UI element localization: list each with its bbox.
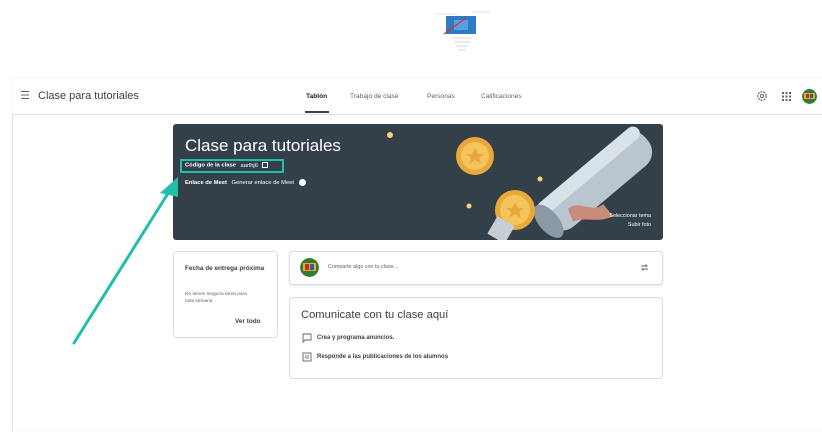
tab-trabajo-de-clase[interactable]: Trabajo de clase bbox=[350, 93, 399, 100]
expand-icon[interactable] bbox=[261, 162, 268, 168]
active-tab-indicator bbox=[305, 111, 329, 113]
meet-label: Enlace de Meet bbox=[185, 180, 227, 187]
class-code-label: Código de la clase bbox=[185, 162, 236, 169]
upcoming-description: No tienes ninguna tarea para esta semana bbox=[185, 292, 247, 304]
avatar bbox=[300, 258, 319, 277]
tab-personas[interactable]: Personas bbox=[427, 93, 455, 100]
video-icon[interactable] bbox=[298, 179, 306, 186]
upload-photo-link[interactable]: Subir foto bbox=[571, 222, 651, 228]
preview-thumbnail bbox=[434, 11, 490, 51]
communicate-item: Crea y programa anuncios. bbox=[317, 335, 395, 341]
gear-icon[interactable] bbox=[756, 90, 768, 102]
annotation-arrow bbox=[72, 177, 178, 345]
apps-icon[interactable] bbox=[781, 91, 792, 102]
tab-calificaciones[interactable]: Calificaciones bbox=[481, 93, 522, 100]
select-theme-link[interactable]: Seleccionar tema bbox=[571, 213, 651, 219]
communicate-title: Comunicate con tu clase aquí bbox=[301, 309, 449, 321]
tab-tablon[interactable]: Tablón bbox=[306, 93, 327, 100]
meet-row: Enlace de Meet Generar enlace de Meet bbox=[185, 179, 306, 186]
generate-meet-link[interactable]: Generar enlace de Meet bbox=[232, 180, 295, 186]
comment-icon bbox=[302, 333, 312, 343]
upcoming-title: Fecha de entrega próxima bbox=[185, 265, 265, 272]
avatar[interactable] bbox=[802, 89, 817, 104]
view-all-link[interactable]: Ver todo bbox=[235, 318, 261, 325]
share-placeholder[interactable]: Comparte algo con tu clase... bbox=[328, 264, 398, 270]
repost-icon[interactable] bbox=[639, 262, 650, 273]
banner-title: Clase para tutoriales bbox=[185, 136, 341, 155]
menu-icon[interactable] bbox=[20, 89, 32, 101]
reply-icon bbox=[302, 352, 312, 362]
class-code[interactable]: Código de la clase aarlhj6 bbox=[185, 162, 268, 169]
communicate-item: Responde a las publicaciones de los alum… bbox=[317, 354, 449, 360]
class-code-value: aarlhj6 bbox=[240, 162, 258, 169]
class-title[interactable]: Clase para tutoriales bbox=[38, 90, 139, 102]
